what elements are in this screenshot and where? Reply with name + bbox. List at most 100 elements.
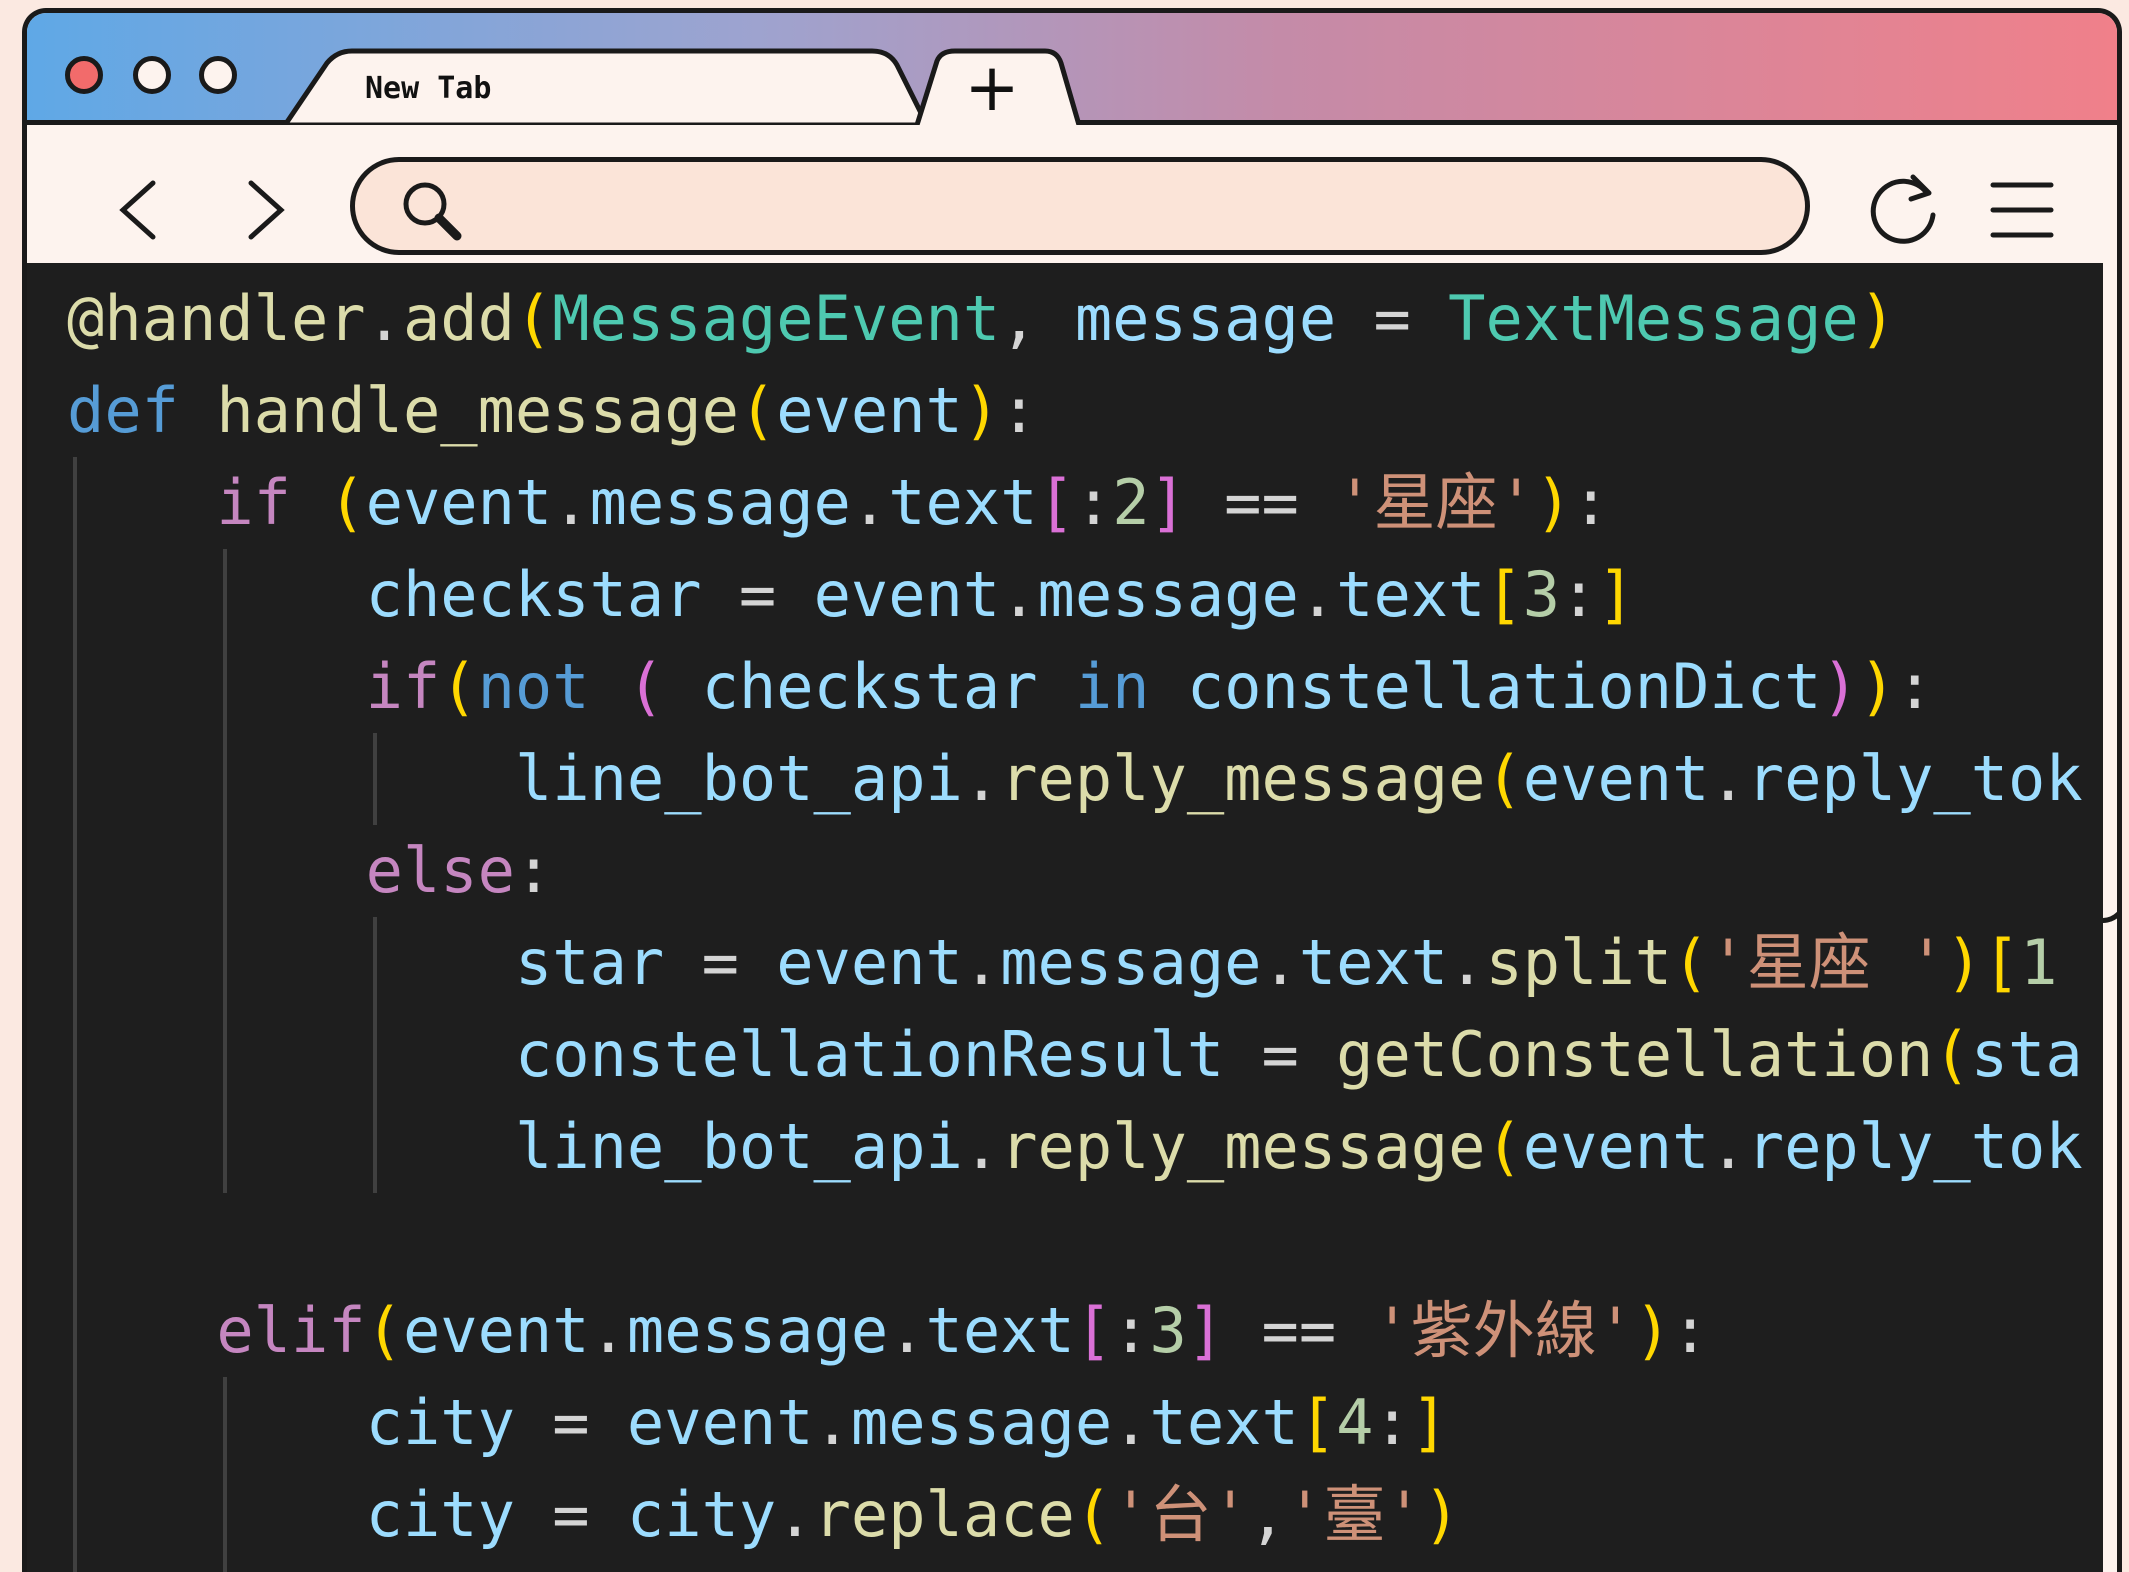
code-token: == (1186, 466, 1337, 539)
code-token: = (514, 1478, 627, 1551)
code-token: = (664, 926, 777, 999)
code-line: if (event.message.text[:2] == '星座'): (67, 457, 2083, 549)
code-token: . (1000, 558, 1038, 631)
code-token: constellationResult (514, 1018, 1225, 1091)
code-token: event (776, 926, 963, 999)
code-token: . (552, 466, 590, 539)
code-token: '星座 ' (1709, 926, 1946, 999)
code-token: checkstar (701, 650, 1075, 723)
code-token: ) (1858, 282, 1897, 355)
code-token: event (402, 1294, 590, 1367)
code-token: ( (365, 1294, 403, 1367)
code-token: if (365, 650, 441, 723)
code-token: . (365, 282, 403, 355)
code-token: '紫外線' (1373, 1294, 1635, 1367)
new-tab-button[interactable]: + (957, 53, 1027, 123)
code-token: . (962, 926, 1001, 999)
address-bar[interactable] (350, 157, 1810, 255)
code-token: . (1709, 1110, 1747, 1183)
code-line: city = city.replace('台','臺') (67, 1469, 2083, 1561)
code-token: '臺' (1286, 1478, 1423, 1551)
code-token: ) (1534, 466, 1573, 539)
code-token: reply_message (1000, 1110, 1486, 1183)
code-token: getConstellation (1336, 1018, 1934, 1091)
code-token: ( (440, 650, 478, 723)
code-token: text (1149, 1386, 1299, 1459)
code-token: , (1248, 1478, 1287, 1551)
code-line: checkstar = event.message.text[3:] (67, 549, 2083, 641)
code-token: @handler (67, 282, 366, 355)
code-token: ( (1933, 1018, 1971, 1091)
code-token: : (1572, 466, 1610, 539)
code-token: . (1261, 926, 1299, 999)
code-token: ] (1149, 466, 1187, 539)
code-token: = (701, 558, 814, 631)
code-token: . (1448, 926, 1486, 999)
code-token: [ (1037, 466, 1075, 539)
code-line: city = event.message.text[4:] (67, 1377, 2083, 1469)
code-token: ( (1485, 1110, 1523, 1183)
code-token: : (1671, 1294, 1709, 1367)
code-token: handle_message (216, 374, 739, 447)
reload-icon[interactable] (1857, 163, 1947, 253)
code-token: . (888, 1294, 926, 1367)
code-token: ( (514, 282, 553, 355)
forward-arrow-icon[interactable] (237, 175, 297, 245)
code-token: ( (1672, 926, 1710, 999)
code-token: ] (1186, 1294, 1225, 1367)
code-token: . (962, 1110, 1001, 1183)
code-token: reply_tok (1746, 1110, 2083, 1183)
code-token: message (1000, 926, 1262, 999)
code-token: line_bot_api (514, 1110, 963, 1183)
code-token: ) (1821, 650, 1859, 723)
address-input[interactable] (475, 180, 1779, 238)
menu-icon[interactable] (1987, 175, 2057, 245)
title-bar: New Tab + (27, 13, 2117, 125)
code-token: MessageEvent (552, 282, 1001, 355)
code-token: ] (1410, 1386, 1449, 1459)
code-token: def (67, 374, 217, 447)
code-token: text (1298, 926, 1449, 999)
code-line: constellationResult = getConstellation(s… (67, 1009, 2083, 1101)
code-token: ( (738, 374, 777, 447)
code-token: message (1037, 558, 1299, 631)
code-line: line_bot_api.reply_message(event.reply_t… (67, 733, 2083, 825)
browser-window: New Tab + @handler.add(MessageEvent, mes… (22, 8, 2122, 1572)
code-token: city (626, 1478, 777, 1551)
code-token: message (850, 1386, 1113, 1459)
code-token: elif (216, 1294, 366, 1367)
code-token: '星座' (1336, 466, 1535, 539)
code-token: = (1224, 1018, 1337, 1091)
code-token: [ (1982, 926, 2021, 999)
code-token: reply_tok (1746, 742, 2083, 815)
code-token: 4 (1336, 1386, 1374, 1459)
code-token: , (1000, 282, 1075, 355)
code-token: 3 (1149, 1294, 1187, 1367)
code-token: . (850, 466, 889, 539)
code-token: TextMessage (1448, 282, 1859, 355)
code-token: event (365, 466, 553, 539)
code-token: . (813, 1386, 851, 1459)
code-token: text (888, 466, 1038, 539)
code-token: line_bot_api (514, 742, 963, 815)
code-token: : (1000, 374, 1038, 447)
code-token: ( (328, 466, 366, 539)
code-token: event (813, 558, 1001, 631)
code-token: : (1112, 1294, 1150, 1367)
code-token: == (1224, 1294, 1374, 1367)
code-token: : (514, 834, 553, 907)
back-arrow-icon[interactable] (107, 175, 167, 245)
code-block[interactable]: @handler.add(MessageEvent, message = Tex… (67, 273, 2083, 1561)
code-token: ( (1074, 1478, 1113, 1551)
tab-title[interactable]: New Tab (365, 71, 491, 106)
code-token: checkstar (365, 558, 702, 631)
code-token: . (1709, 742, 1747, 815)
code-token: star (514, 926, 665, 999)
code-line: elif(event.message.text[:3] == '紫外線'): (67, 1285, 2083, 1377)
